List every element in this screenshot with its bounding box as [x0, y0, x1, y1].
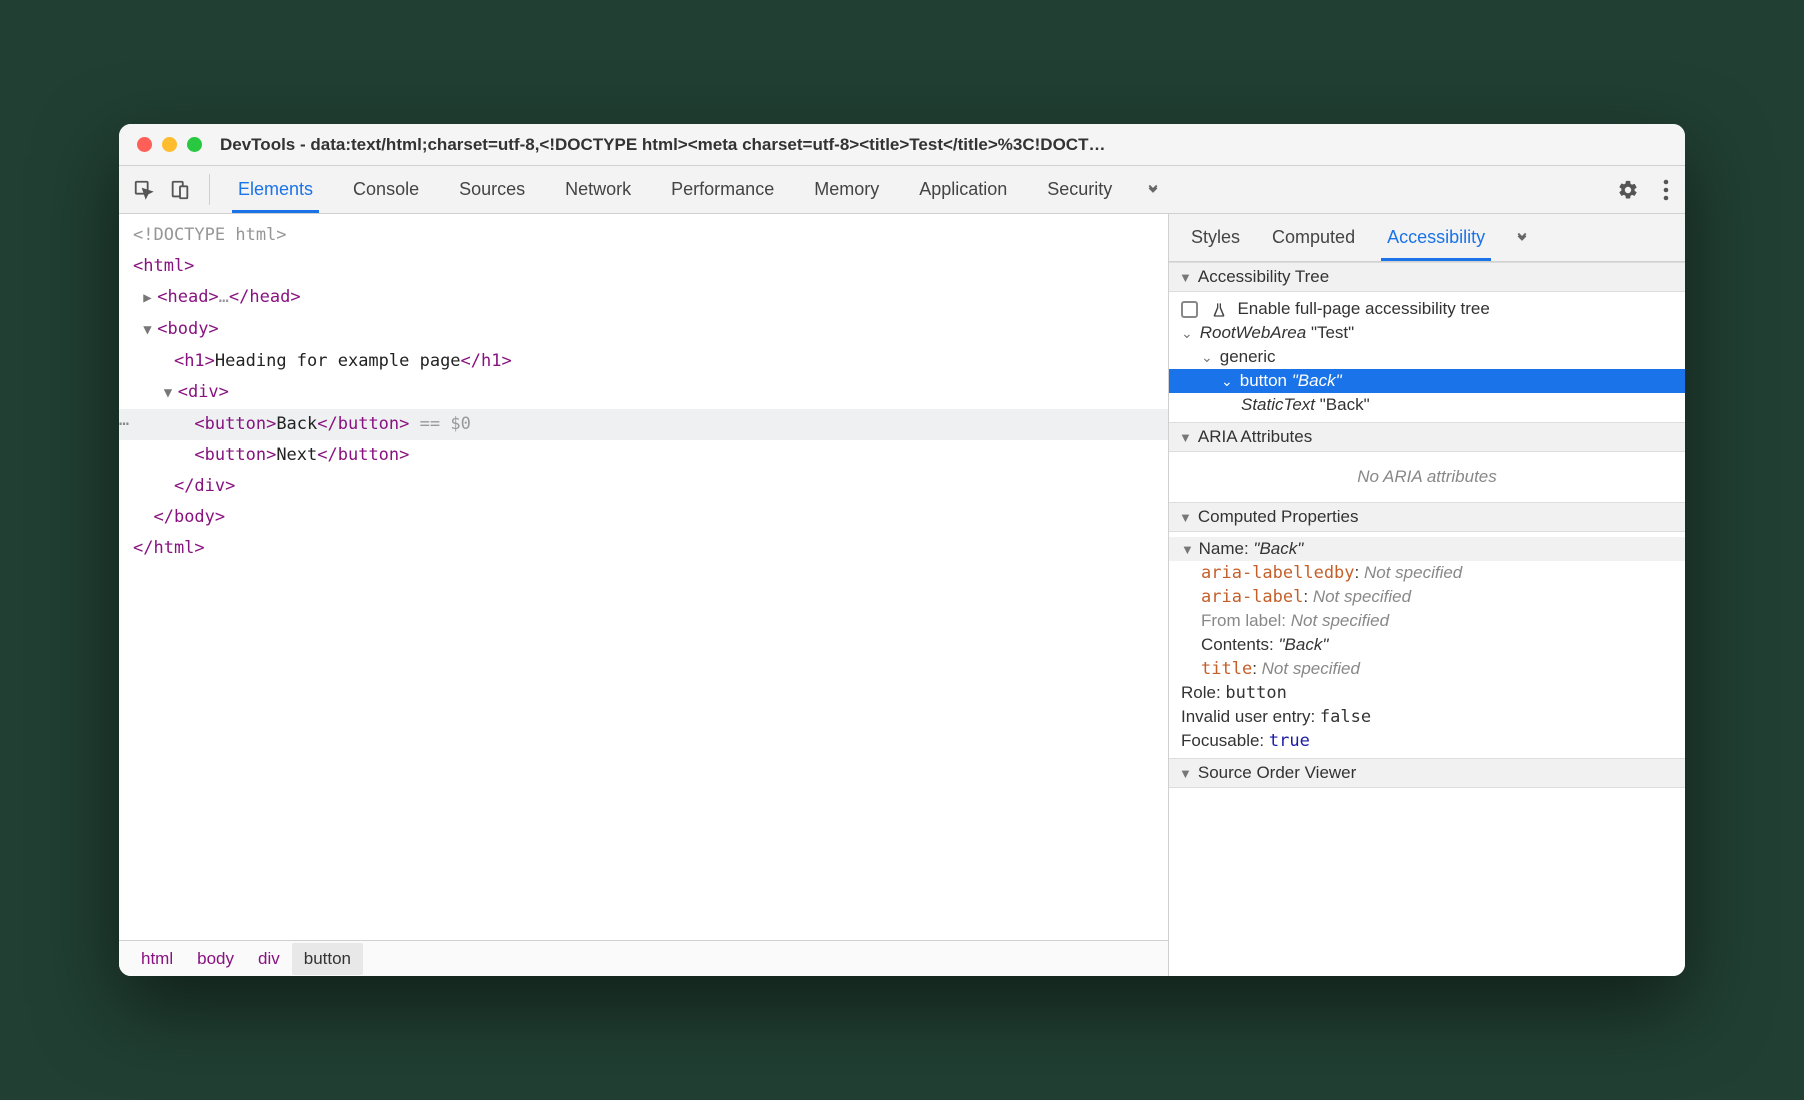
tab-application[interactable]: Application	[899, 166, 1027, 213]
collapse-icon[interactable]: ⌄	[1221, 373, 1235, 390]
toolbar-left-icons	[123, 166, 201, 213]
tree-row-generic[interactable]: ⌄ generic	[1181, 345, 1673, 369]
tab-performance[interactable]: Performance	[651, 166, 794, 213]
dom-line[interactable]: <!DOCTYPE html>	[119, 220, 1168, 251]
enable-full-page-row[interactable]: Enable full-page accessibility tree	[1181, 297, 1673, 321]
expand-icon[interactable]: ▶	[143, 283, 157, 314]
collapse-icon: ▼	[1179, 270, 1192, 285]
crumb-html[interactable]: html	[129, 943, 185, 975]
computed-body: ▼ Name: "Back" aria-labelledby: Not spec…	[1169, 532, 1685, 758]
device-toggle-icon[interactable]	[169, 179, 191, 201]
collapse-icon: ▼	[1179, 430, 1192, 445]
traffic-lights	[137, 137, 202, 152]
prop-title: title: Not specified	[1181, 657, 1673, 681]
section-accessibility-tree[interactable]: ▼ Accessibility Tree	[1169, 262, 1685, 292]
collapse-icon[interactable]: ⌄	[1201, 349, 1215, 366]
section-title: Accessibility Tree	[1198, 267, 1329, 287]
kebab-menu-icon[interactable]	[1651, 166, 1681, 213]
section-title: Source Order Viewer	[1198, 763, 1356, 783]
prop-contents: Contents: "Back"	[1181, 633, 1673, 657]
prop-role: Role: button	[1181, 681, 1673, 705]
section-title: Computed Properties	[1198, 507, 1359, 527]
content-area: <!DOCTYPE html> <html> ▶<head>…</head> ▼…	[119, 214, 1685, 976]
collapse-icon[interactable]: ⌄	[1181, 325, 1195, 342]
more-subtabs-icon[interactable]	[1501, 214, 1543, 261]
aria-body: No ARIA attributes	[1169, 452, 1685, 502]
elements-panel: <!DOCTYPE html> <html> ▶<head>…</head> ▼…	[119, 214, 1169, 976]
crumb-body[interactable]: body	[185, 943, 246, 975]
tab-console[interactable]: Console	[333, 166, 439, 213]
separator	[209, 174, 210, 205]
dom-line-selected[interactable]: ⋯ <button>Back</button> == $0	[119, 409, 1168, 440]
breadcrumbs: html body div button	[119, 940, 1168, 976]
computed-name-row[interactable]: ▼ Name: "Back"	[1169, 537, 1685, 561]
crumb-button[interactable]: button	[292, 943, 363, 975]
overflow-icon[interactable]: ⋯	[119, 409, 128, 440]
tab-security[interactable]: Security	[1027, 166, 1132, 213]
dom-line[interactable]: ▼<body>	[119, 314, 1168, 346]
section-title: ARIA Attributes	[1198, 427, 1312, 447]
titlebar: DevTools - data:text/html;charset=utf-8,…	[119, 124, 1685, 166]
sidebar-tabs: Styles Computed Accessibility	[1169, 214, 1685, 262]
tree-row-statictext[interactable]: StaticText "Back"	[1181, 393, 1673, 417]
sidebar-panel: Styles Computed Accessibility ▼ Accessibi…	[1169, 214, 1685, 976]
experiment-icon	[1211, 302, 1227, 318]
maximize-window-button[interactable]	[187, 137, 202, 152]
dom-line[interactable]: ▶<head>…</head>	[119, 282, 1168, 314]
subtab-accessibility[interactable]: Accessibility	[1371, 214, 1501, 261]
dom-line[interactable]: </body>	[119, 502, 1168, 533]
collapse-icon: ▼	[1181, 542, 1194, 557]
dom-line[interactable]: <h1>Heading for example page</h1>	[119, 346, 1168, 377]
accessibility-tree-body: Enable full-page accessibility tree ⌄ Ro…	[1169, 292, 1685, 422]
subtab-styles[interactable]: Styles	[1175, 214, 1256, 261]
subtab-computed[interactable]: Computed	[1256, 214, 1371, 261]
dom-line[interactable]: </html>	[119, 533, 1168, 564]
dom-line[interactable]: <button>Next</button>	[119, 440, 1168, 471]
collapse-icon[interactable]: ▼	[164, 378, 178, 409]
minimize-window-button[interactable]	[162, 137, 177, 152]
section-aria-attributes[interactable]: ▼ ARIA Attributes	[1169, 422, 1685, 452]
tab-network[interactable]: Network	[545, 166, 651, 213]
more-tabs-icon[interactable]	[1132, 166, 1174, 213]
checkbox[interactable]	[1181, 301, 1198, 318]
tree-row-root[interactable]: ⌄ RootWebArea "Test"	[1181, 321, 1673, 345]
close-window-button[interactable]	[137, 137, 152, 152]
main-tabbar: Elements Console Sources Network Perform…	[119, 166, 1685, 214]
tab-sources[interactable]: Sources	[439, 166, 545, 213]
dom-line[interactable]: </div>	[119, 471, 1168, 502]
prop-focusable: Focusable: true	[1181, 729, 1673, 753]
dom-tree[interactable]: <!DOCTYPE html> <html> ▶<head>…</head> ▼…	[119, 214, 1168, 940]
prop-from-label: From label: Not specified	[1181, 609, 1673, 633]
collapse-icon: ▼	[1179, 510, 1192, 525]
enable-full-page-label: Enable full-page accessibility tree	[1237, 299, 1489, 318]
collapse-icon: ▼	[1179, 766, 1192, 781]
inspect-icon[interactable]	[133, 179, 155, 201]
dom-line[interactable]: ▼<div>	[119, 377, 1168, 409]
section-source-order[interactable]: ▼ Source Order Viewer	[1169, 758, 1685, 788]
tab-elements[interactable]: Elements	[218, 166, 333, 213]
settings-icon[interactable]	[1605, 166, 1651, 213]
prop-aria-labelledby: aria-labelledby: Not specified	[1181, 561, 1673, 585]
prop-aria-label: aria-label: Not specified	[1181, 585, 1673, 609]
tab-memory[interactable]: Memory	[794, 166, 899, 213]
dom-line[interactable]: <html>	[119, 251, 1168, 282]
crumb-div[interactable]: div	[246, 943, 292, 975]
tree-row-button-selected[interactable]: ⌄ button "Back"	[1169, 369, 1685, 393]
no-aria-text: No ARIA attributes	[1181, 457, 1673, 497]
section-computed-properties[interactable]: ▼ Computed Properties	[1169, 502, 1685, 532]
collapse-icon[interactable]: ▼	[143, 315, 157, 346]
devtools-window: DevTools - data:text/html;charset=utf-8,…	[119, 124, 1685, 976]
window-title: DevTools - data:text/html;charset=utf-8,…	[220, 135, 1667, 155]
prop-invalid: Invalid user entry: false	[1181, 705, 1673, 729]
